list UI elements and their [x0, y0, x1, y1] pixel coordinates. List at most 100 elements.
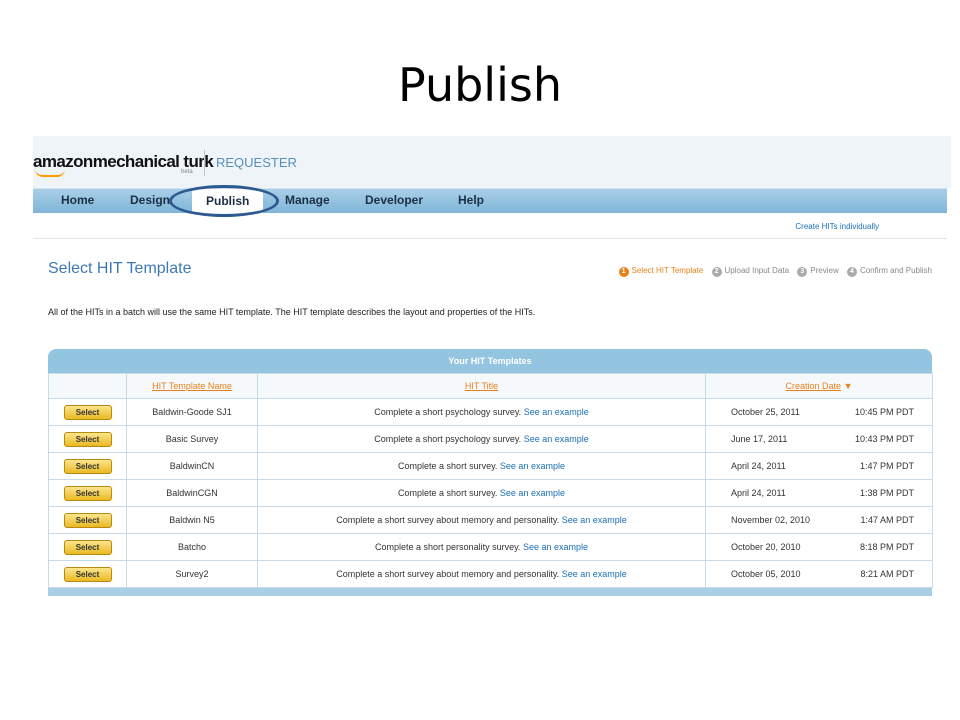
select-cell: Select [48, 398, 127, 426]
hit-title-cell: Complete a short personality survey. See… [257, 533, 706, 561]
see-example-link[interactable]: See an example [524, 434, 589, 444]
creation-time: 8:18 PM PDT [859, 542, 914, 552]
table-row: Select Basic Survey Complete a short psych… [48, 425, 933, 453]
see-example-link[interactable]: See an example [562, 515, 627, 525]
create-hits-individually-link[interactable]: Create HITs individually [795, 222, 879, 231]
step-number-icon: 3 [797, 267, 808, 277]
table-footer [48, 588, 932, 596]
page-heading: Select HIT Template [48, 260, 192, 277]
hit-title-cell: Complete a short survey. See an example [257, 479, 706, 507]
creation-date-cell: November 02, 2010 1:47 AM PDT [705, 506, 933, 534]
select-button[interactable]: Select [63, 458, 112, 474]
hit-title-cell: Complete a short survey about memory and… [257, 506, 706, 534]
template-name-cell: Survey2 [126, 560, 258, 588]
hit-title-text: Complete a short survey about memory and… [336, 515, 560, 525]
table-row: Select Batcho Complete a short personality… [48, 533, 933, 561]
step-upload-input: 2 Upload Input Data [711, 266, 789, 277]
see-example-link[interactable]: See an example [562, 569, 627, 579]
step-confirm-publish: 4 Confirm and Publish [846, 266, 932, 277]
select-cell: Select [48, 425, 127, 453]
table-row: Select BaldwinCN Complete a short survey. … [48, 452, 933, 480]
table-row: Select BaldwinCGN Complete a short survey.… [48, 479, 933, 507]
select-button[interactable]: Select [63, 512, 112, 528]
column-header-title[interactable]: HIT Title [257, 373, 706, 399]
table-row: Select Baldwin-Goode SJ1 Complete a short … [48, 398, 933, 426]
wizard-steps: 1 Select HIT Template 2 Upload Input Data … [613, 266, 932, 277]
table-title: Your HIT Templates [48, 349, 932, 373]
creation-date-cell: October 25, 2011 10:45 PM PDT [705, 398, 933, 426]
hit-title-text: Complete a short personality survey. [375, 542, 521, 552]
creation-time: 10:43 PM PDT [854, 434, 914, 444]
see-example-link[interactable]: See an example [500, 488, 565, 498]
creation-date-cell: October 05, 2010 8:21 AM PDT [705, 560, 933, 588]
step-preview: 3 Preview [797, 266, 839, 277]
column-header-date[interactable]: Creation Date ▼ [705, 373, 933, 399]
template-name-cell: Batcho [126, 533, 258, 561]
hit-title-cell: Complete a short psychology survey. See … [257, 398, 706, 426]
template-name-cell: Baldwin-Goode SJ1 [126, 398, 258, 426]
creation-date-cell: April 24, 2011 1:47 PM PDT [705, 452, 933, 480]
top-bar: amazonmechanical turk beta REQUESTER [33, 136, 951, 188]
hit-title-cell: Complete a short survey about memory and… [257, 560, 706, 588]
creation-date-cell: June 17, 2011 10:43 PM PDT [705, 425, 933, 453]
creation-date-cell: October 20, 2010 8:18 PM PDT [705, 533, 933, 561]
creation-date: October 25, 2011 [731, 407, 800, 417]
see-example-link[interactable]: See an example [524, 407, 589, 417]
sub-bar: Create HITs individually [33, 214, 947, 239]
select-button[interactable]: Select [63, 539, 112, 555]
mturk-screenshot: amazonmechanical turk beta REQUESTER Hom… [33, 136, 951, 616]
select-button[interactable]: Select [63, 431, 112, 447]
template-name-cell: Baldwin N5 [126, 506, 258, 534]
table-row: Select Survey2 Complete a short survey abo… [48, 560, 933, 588]
creation-date: June 17, 2011 [731, 434, 788, 444]
see-example-link[interactable]: See an example [523, 542, 588, 552]
select-cell: Select [48, 533, 127, 561]
hit-title-text: Complete a short survey. [398, 488, 498, 498]
nav-design[interactable]: Design [130, 193, 170, 207]
select-cell: Select [48, 479, 127, 507]
table-row: Select Baldwin N5 Complete a short survey … [48, 506, 933, 534]
template-name-cell: BaldwinCN [126, 452, 258, 480]
hit-title-text: Complete a short psychology survey. [374, 407, 522, 417]
nav-home[interactable]: Home [61, 193, 94, 207]
sort-desc-icon: ▼ [843, 381, 853, 391]
slide-title: Publish [398, 58, 562, 112]
select-button[interactable]: Select [63, 485, 112, 501]
creation-date: April 24, 2011 [731, 488, 786, 498]
creation-date: April 24, 2011 [731, 461, 786, 471]
amazon-smile-icon [35, 169, 65, 177]
template-name-cell: Basic Survey [126, 425, 258, 453]
requester-label: REQUESTER [216, 155, 297, 170]
header-divider [204, 150, 205, 176]
hit-title-text: Complete a short psychology survey. [374, 434, 522, 444]
creation-date: October 05, 2010 [731, 569, 801, 579]
creation-time: 1:47 PM PDT [859, 461, 914, 471]
step-number-icon: 2 [711, 267, 722, 277]
select-column-header [48, 373, 127, 399]
hit-title-cell: Complete a short psychology survey. See … [257, 425, 706, 453]
hit-title-text: Complete a short survey about memory and… [336, 569, 560, 579]
select-button[interactable]: Select [63, 404, 112, 420]
nav-help[interactable]: Help [458, 193, 484, 207]
select-cell: Select [48, 506, 127, 534]
creation-date-cell: April 24, 2011 1:38 PM PDT [705, 479, 933, 507]
column-header-name[interactable]: HIT Template Name [126, 373, 258, 399]
creation-time: 1:38 PM PDT [859, 488, 914, 498]
select-button[interactable]: Select [63, 566, 112, 582]
nav-manage[interactable]: Manage [285, 193, 330, 207]
table-header-row: HIT Template Name HIT Title Creation Dat… [48, 373, 933, 399]
logo-beta-label: beta [181, 169, 193, 175]
creation-time: 8:21 AM PDT [860, 569, 914, 579]
step-select-template: 1 Select HIT Template [618, 266, 703, 277]
step-number-icon: 4 [846, 267, 857, 277]
hit-title-cell: Complete a short survey. See an example [257, 452, 706, 480]
step-number-icon: 1 [618, 267, 629, 277]
select-cell: Select [48, 452, 127, 480]
see-example-link[interactable]: See an example [500, 461, 565, 471]
page-description: All of the HITs in a batch will use the … [48, 307, 536, 317]
creation-time: 1:47 AM PDT [860, 515, 914, 525]
nav-developer[interactable]: Developer [365, 193, 423, 207]
publish-highlight-circle [169, 185, 279, 217]
template-name-cell: BaldwinCGN [126, 479, 258, 507]
creation-time: 10:45 PM PDT [854, 407, 914, 417]
